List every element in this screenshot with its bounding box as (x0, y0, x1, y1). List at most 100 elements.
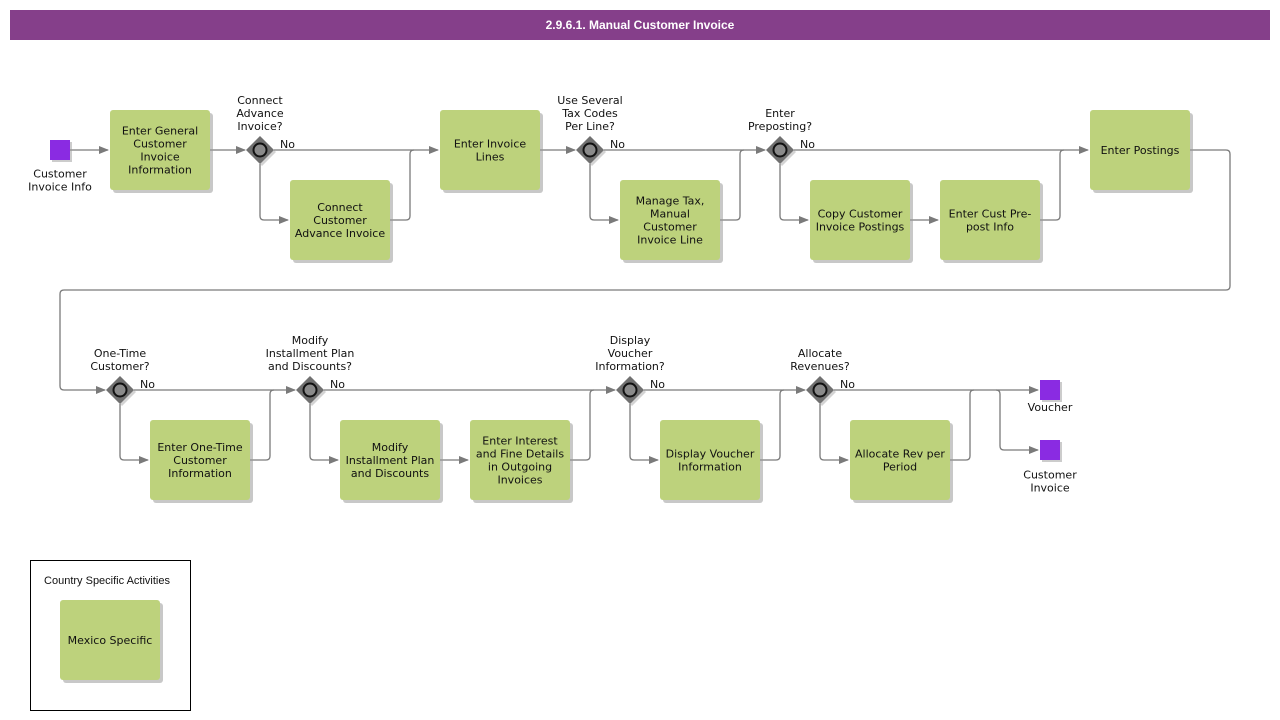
gateway-question: and Discounts? (268, 360, 352, 373)
gateway-marker-icon (112, 382, 128, 398)
gateway-g1[interactable]: ConnectAdvanceInvoice? No (236, 94, 295, 166)
task-label: Installment Plan (346, 454, 435, 467)
task-label: Information (128, 164, 192, 177)
event-label: Voucher (1028, 401, 1073, 414)
task-label: Invoice (140, 151, 180, 164)
gateway-marker-icon (772, 142, 788, 158)
flow-arrow (1040, 149, 1065, 221)
gateway-no-label: No (840, 378, 855, 391)
task-label: Enter Postings (1101, 144, 1180, 157)
gateway-question: Enter (765, 107, 795, 120)
task-label: Enter Invoice (454, 138, 527, 151)
gateway-g4[interactable]: One-TimeCustomer? No (90, 347, 155, 406)
gateway-g7[interactable]: AllocateRevenues? No (790, 347, 855, 406)
task-label: Invoices (497, 474, 542, 487)
flow-arrow (250, 389, 275, 461)
flow-arrow (390, 149, 415, 221)
gateway-g5[interactable]: ModifyInstallment Planand Discounts? No (266, 334, 355, 406)
task-label: Connect (317, 201, 363, 214)
gateway-question: Installment Plan (266, 347, 355, 360)
task-label: and Discounts (351, 467, 429, 480)
gateway-question: Information? (595, 360, 665, 373)
task-label: in Outgoing (488, 461, 552, 474)
task-label: Information (678, 461, 742, 474)
flow-arrow (119, 404, 149, 464)
task-label: Invoice Line (637, 234, 703, 247)
flow-arrow (589, 164, 619, 224)
task-enter-lines[interactable]: Enter InvoiceLines (440, 110, 543, 193)
task-allocate-rev[interactable]: Allocate Rev perPeriod (850, 420, 953, 503)
flow-arrow (779, 164, 809, 224)
gateway-question: Voucher (608, 347, 653, 360)
task-label: Manage Tax, (636, 195, 705, 208)
task-one-time[interactable]: Enter One-TimeCustomerInformation (150, 420, 253, 503)
task-mexico[interactable]: Mexico Specific (60, 600, 163, 683)
task-label: Enter Cust Pre- (949, 208, 1032, 221)
task-label: Copy Customer (818, 208, 903, 221)
gateway-question: Use Several (557, 94, 622, 107)
gateway-no-label: No (330, 378, 345, 391)
task-label: Allocate Rev per (855, 448, 945, 461)
task-label: Customer (313, 214, 367, 227)
task-prepost-info[interactable]: Enter Cust Pre-post Info (940, 180, 1043, 263)
gateway-question: Preposting? (748, 120, 812, 133)
gateway-question: Connect (237, 94, 283, 107)
gateway-g3[interactable]: EnterPreposting? No (748, 107, 815, 166)
task-installment[interactable]: ModifyInstallment Planand Discounts (340, 420, 443, 503)
gateway-question: Revenues? (790, 360, 850, 373)
flow-arrow (720, 149, 745, 221)
gateway-question: Advance (236, 107, 284, 120)
task-label: Advance Invoice (295, 227, 385, 240)
flow-arrow (819, 404, 849, 464)
process-diagram: Enter GeneralCustomerInvoiceInformationC… (28, 94, 1231, 711)
task-label: Mexico Specific (68, 634, 153, 647)
gateway-no-label: No (610, 138, 625, 151)
gateway-question: One-Time (94, 347, 147, 360)
gateway-g2[interactable]: Use SeveralTax CodesPer Line? No (557, 94, 625, 166)
task-copy-postings[interactable]: Copy CustomerInvoice Postings (810, 180, 913, 263)
gateway-question: Allocate (798, 347, 842, 360)
task-label: Information (168, 467, 232, 480)
gateway-question: Display (610, 334, 651, 347)
task-label: Modify (372, 441, 409, 454)
gateway-question: Invoice? (237, 120, 282, 133)
gateway-g6[interactable]: DisplayVoucherInformation? No (595, 334, 665, 406)
task-display-voucher[interactable]: Display VoucherInformation (660, 420, 763, 503)
flow-arrow (629, 404, 659, 464)
event-label: Invoice (1030, 482, 1070, 495)
gateway-question: Customer? (90, 360, 149, 373)
task-label: Invoice Postings (816, 221, 905, 234)
task-label: Enter One-Time (157, 441, 243, 454)
gateway-marker-icon (622, 382, 638, 398)
task-label: Period (883, 461, 917, 474)
task-connect-advance[interactable]: ConnectCustomerAdvance Invoice (290, 180, 393, 263)
task-label: and Fine Details (476, 448, 564, 461)
task-label: post Info (966, 221, 1014, 234)
end-event-voucher[interactable]: Voucher (1028, 380, 1073, 414)
flow-arrow (760, 389, 785, 461)
task-label: Customer (643, 221, 697, 234)
task-label: Display Voucher (666, 448, 755, 461)
task-interest[interactable]: Enter Interestand Fine Detailsin Outgoin… (470, 420, 573, 503)
gateway-question: Per Line? (565, 120, 615, 133)
task-enter-general[interactable]: Enter GeneralCustomerInvoiceInformation (110, 110, 213, 193)
start-event-customer-invoice-info[interactable]: CustomerInvoice Info (28, 140, 92, 194)
gateway-no-label: No (800, 138, 815, 151)
task-label: Customer (173, 454, 227, 467)
flow-arrow (995, 389, 1039, 454)
legend-title: Country Specific Activities (44, 575, 170, 587)
flow-arrow (309, 404, 339, 464)
gateway-no-label: No (140, 378, 155, 391)
flow-arrow (950, 389, 975, 461)
event-label: Customer (33, 168, 87, 181)
task-manage-tax[interactable]: Manage Tax,ManualCustomerInvoice Line (620, 180, 723, 263)
flow-arrow (570, 389, 595, 461)
gateway-marker-icon (582, 142, 598, 158)
gateway-no-label: No (650, 378, 665, 391)
task-enter-postings[interactable]: Enter Postings (1090, 110, 1193, 193)
gateway-marker-icon (812, 382, 828, 398)
task-label: Lines (476, 151, 505, 164)
end-event-customer-invoice[interactable]: CustomerInvoice (1023, 440, 1077, 495)
task-label: Enter General (122, 125, 198, 138)
gateway-marker-icon (252, 142, 268, 158)
